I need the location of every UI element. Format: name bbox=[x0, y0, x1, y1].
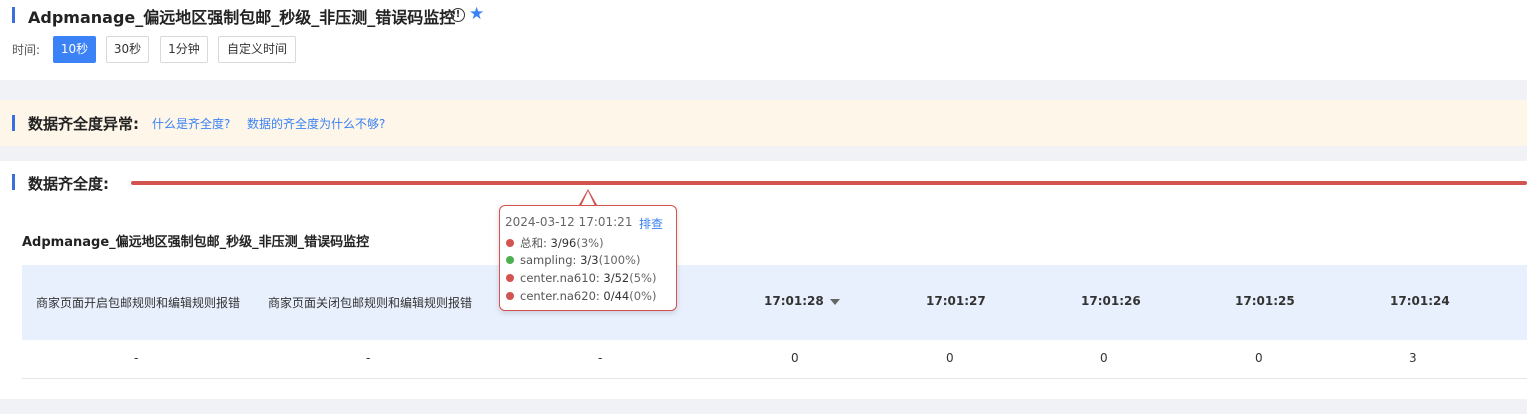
time-option-10s[interactable]: 10秒 bbox=[53, 36, 96, 63]
tooltip-row-sampling: sampling: 3/3(100%) bbox=[506, 253, 640, 267]
tooltip-row-value: 3/3 bbox=[580, 253, 599, 267]
cell-col-3: - bbox=[598, 351, 603, 365]
completeness-timeline-bar[interactable] bbox=[131, 181, 1527, 185]
tooltip-row-pct: (0%) bbox=[629, 289, 657, 303]
cell-time-4: 0 bbox=[1255, 351, 1263, 365]
status-dot-icon bbox=[506, 292, 514, 300]
time-label: 时间: bbox=[12, 43, 41, 57]
tooltip-arrow-inner bbox=[581, 191, 595, 206]
status-dot-icon bbox=[506, 274, 514, 282]
tooltip-row-value: 3/96 bbox=[550, 236, 577, 250]
info-circle-icon[interactable]: ! bbox=[451, 8, 465, 22]
completeness-accent-bar bbox=[12, 174, 15, 190]
star-icon[interactable]: ★ bbox=[469, 4, 484, 24]
investigate-link[interactable]: 排查 bbox=[639, 215, 663, 232]
tooltip-row-na620: center.na620: 0/44(0%) bbox=[506, 289, 656, 303]
time-option-custom[interactable]: 自定义时间 bbox=[218, 36, 296, 63]
cell-time-2: 0 bbox=[946, 351, 954, 365]
status-dot-icon bbox=[506, 239, 514, 247]
what-is-completeness-link[interactable]: 什么是齐全度? bbox=[152, 115, 230, 132]
column-header-time-4[interactable]: 17:01:25 bbox=[1235, 294, 1295, 308]
monitor-title: Adpmanage_偏远地区强制包邮_秒级_非压测_错误码监控 bbox=[22, 235, 370, 250]
page-title: Adpmanage_偏远地区强制包邮_秒级_非压测_错误码监控 bbox=[28, 8, 456, 27]
tooltip-row-label: 总和: bbox=[520, 236, 547, 250]
cell-disable-rule-error: - bbox=[366, 351, 371, 365]
why-insufficient-link[interactable]: 数据的齐全度为什么不够? bbox=[247, 115, 385, 132]
completeness-anomaly-banner: 数据齐全度异常: 什么是齐全度? 数据的齐全度为什么不够? bbox=[0, 100, 1527, 146]
cell-enable-rule-error: - bbox=[134, 351, 139, 365]
sort-desc-icon[interactable] bbox=[829, 298, 840, 305]
completeness-card: 数据齐全度: Adpmanage_偏远地区强制包邮_秒级_非压测_错误码监控 商… bbox=[0, 161, 1527, 399]
column-header-time-1[interactable]: 17:01:28 bbox=[764, 294, 840, 308]
status-dot-icon bbox=[506, 256, 514, 264]
monitor-table: 商家页面开启包邮规则和编辑规则报错 商家页面关闭包邮规则和编辑规则报错 17:0… bbox=[22, 265, 1527, 379]
table-header: 商家页面开启包邮规则和编辑规则报错 商家页面关闭包邮规则和编辑规则报错 17:0… bbox=[22, 265, 1527, 340]
tooltip-row-label: center.na620: bbox=[520, 289, 600, 303]
column-header-disable-rule-error: 商家页面关闭包邮规则和编辑规则报错 bbox=[268, 296, 473, 310]
banner-accent-bar bbox=[12, 115, 15, 131]
banner-title: 数据齐全度异常: bbox=[28, 115, 139, 133]
tooltip-row-pct: (100%) bbox=[598, 253, 641, 267]
table-row: - - - 0 0 0 0 3 bbox=[22, 340, 1527, 379]
cell-time-3: 0 bbox=[1100, 351, 1108, 365]
column-header-time-1-label: 17:01:28 bbox=[764, 294, 824, 308]
completeness-title: 数据齐全度: bbox=[28, 175, 109, 193]
time-option-1min[interactable]: 1分钟 bbox=[160, 36, 208, 63]
tooltip-row-label: center.na610: bbox=[520, 271, 600, 285]
time-option-30s[interactable]: 30秒 bbox=[106, 36, 149, 63]
tooltip-row-pct: (5%) bbox=[629, 271, 657, 285]
title-accent-bar bbox=[12, 7, 15, 23]
tooltip-timestamp: 2024-03-12 17:01:21 bbox=[505, 215, 633, 229]
tooltip-row-value: 0/44 bbox=[603, 289, 630, 303]
column-header-enable-rule-error: 商家页面开启包邮规则和编辑规则报错 bbox=[36, 296, 241, 310]
tooltip-row-pct: (3%) bbox=[576, 236, 604, 250]
tooltip-row-total: 总和: 3/96(3%) bbox=[506, 235, 604, 251]
tooltip-row-label: sampling: bbox=[520, 253, 577, 267]
column-header-time-5[interactable]: 17:01:24 bbox=[1390, 294, 1450, 308]
cell-time-5: 3 bbox=[1409, 351, 1417, 365]
cell-time-1: 0 bbox=[791, 351, 799, 365]
column-header-time-2[interactable]: 17:01:27 bbox=[926, 294, 986, 308]
tooltip-row-na610: center.na610: 3/52(5%) bbox=[506, 271, 656, 285]
completeness-tooltip: 2024-03-12 17:01:21 排查 总和: 3/96(3%) samp… bbox=[499, 205, 677, 311]
header-card: Adpmanage_偏远地区强制包邮_秒级_非压测_错误码监控 ! ★ 时间: … bbox=[0, 0, 1527, 80]
tooltip-row-value: 3/52 bbox=[603, 271, 630, 285]
column-header-time-3[interactable]: 17:01:26 bbox=[1081, 294, 1141, 308]
